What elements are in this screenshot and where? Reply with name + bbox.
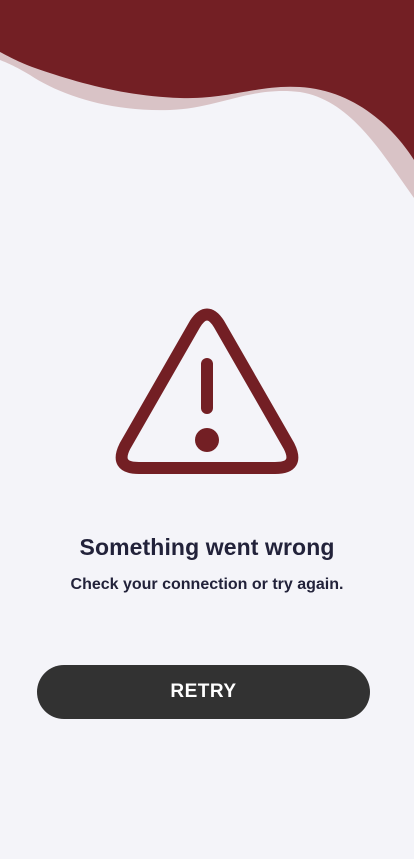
- error-title: Something went wrong: [79, 534, 335, 560]
- header-wave-decoration: [0, 0, 414, 198]
- retry-button[interactable]: RETRY: [37, 665, 370, 719]
- error-message: Check your connection or try again.: [70, 576, 344, 593]
- warning-exclamation-dot: [195, 428, 219, 452]
- warning-icon: [115, 308, 299, 474]
